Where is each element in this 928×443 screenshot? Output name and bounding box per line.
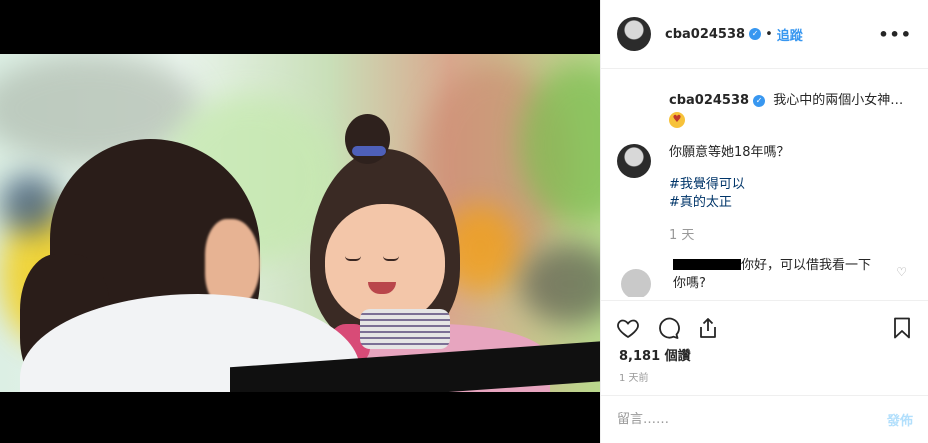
post-caption: cba024538 ✓ 我心中的兩個小女神… ♥ bbox=[617, 92, 913, 128]
follow-button[interactable]: 追蹤 bbox=[777, 25, 803, 44]
post-photo[interactable] bbox=[0, 54, 600, 392]
comments-section: cba024538 ✓ 我心中的兩個小女神… ♥ 你願意等她18年嗎？ #我覺得可… bbox=[601, 70, 928, 300]
comment-text: 你願意等她18年嗎？ bbox=[669, 145, 790, 160]
verified-badge-icon: ✓ bbox=[749, 28, 762, 40]
hashtag-link[interactable]: #我覺得可以 bbox=[669, 176, 790, 194]
like-heart-icon[interactable] bbox=[615, 315, 641, 341]
like-comment-heart-icon[interactable]: ♡ bbox=[896, 265, 907, 279]
instagram-post-modal: cba024538 ✓ • 追蹤 ••• cba024538 ✓ 我心中的兩個小女… bbox=[0, 0, 928, 443]
post-comment-button[interactable]: 發佈 bbox=[887, 410, 913, 429]
replier-avatar[interactable] bbox=[621, 269, 651, 297]
author-avatar[interactable] bbox=[617, 17, 651, 51]
add-comment-bar: 發佈 bbox=[601, 395, 928, 443]
author-username[interactable]: cba024538 bbox=[665, 27, 745, 42]
post-header: cba024538 ✓ • 追蹤 ••• bbox=[601, 0, 928, 69]
caption-text: 我心中的兩個小女神… bbox=[773, 93, 904, 108]
post-timestamp[interactable]: 1 天前 bbox=[619, 369, 649, 384]
view-count[interactable]: 8,181 個讚 bbox=[619, 345, 691, 364]
redacted-username bbox=[673, 259, 741, 270]
hashtag-link[interactable]: #真的太正 bbox=[669, 194, 790, 212]
verified-badge-icon: ✓ bbox=[753, 95, 766, 107]
comment-timestamp[interactable]: 1 天 bbox=[669, 224, 913, 243]
comment-item-reply: 你好，可以借我看一下你嗎? ♡ bbox=[617, 257, 913, 297]
comment-input[interactable] bbox=[617, 412, 887, 427]
commenter-avatar[interactable] bbox=[617, 144, 651, 178]
smiling-hearts-emoji-icon: ♥ bbox=[669, 112, 685, 128]
save-bookmark-icon[interactable] bbox=[889, 315, 915, 341]
comment-bubble-icon[interactable] bbox=[655, 315, 681, 341]
separator-dot: • bbox=[765, 26, 773, 42]
comment-item: 你願意等她18年嗎？ #我覺得可以 #真的太正 bbox=[617, 144, 913, 212]
caption-username[interactable]: cba024538 bbox=[669, 93, 749, 108]
post-side-panel: cba024538 ✓ • 追蹤 ••• cba024538 ✓ 我心中的兩個小女… bbox=[600, 0, 928, 443]
share-upload-icon[interactable] bbox=[695, 315, 721, 341]
more-options-icon[interactable]: ••• bbox=[878, 25, 912, 44]
post-media-panel bbox=[0, 0, 600, 443]
